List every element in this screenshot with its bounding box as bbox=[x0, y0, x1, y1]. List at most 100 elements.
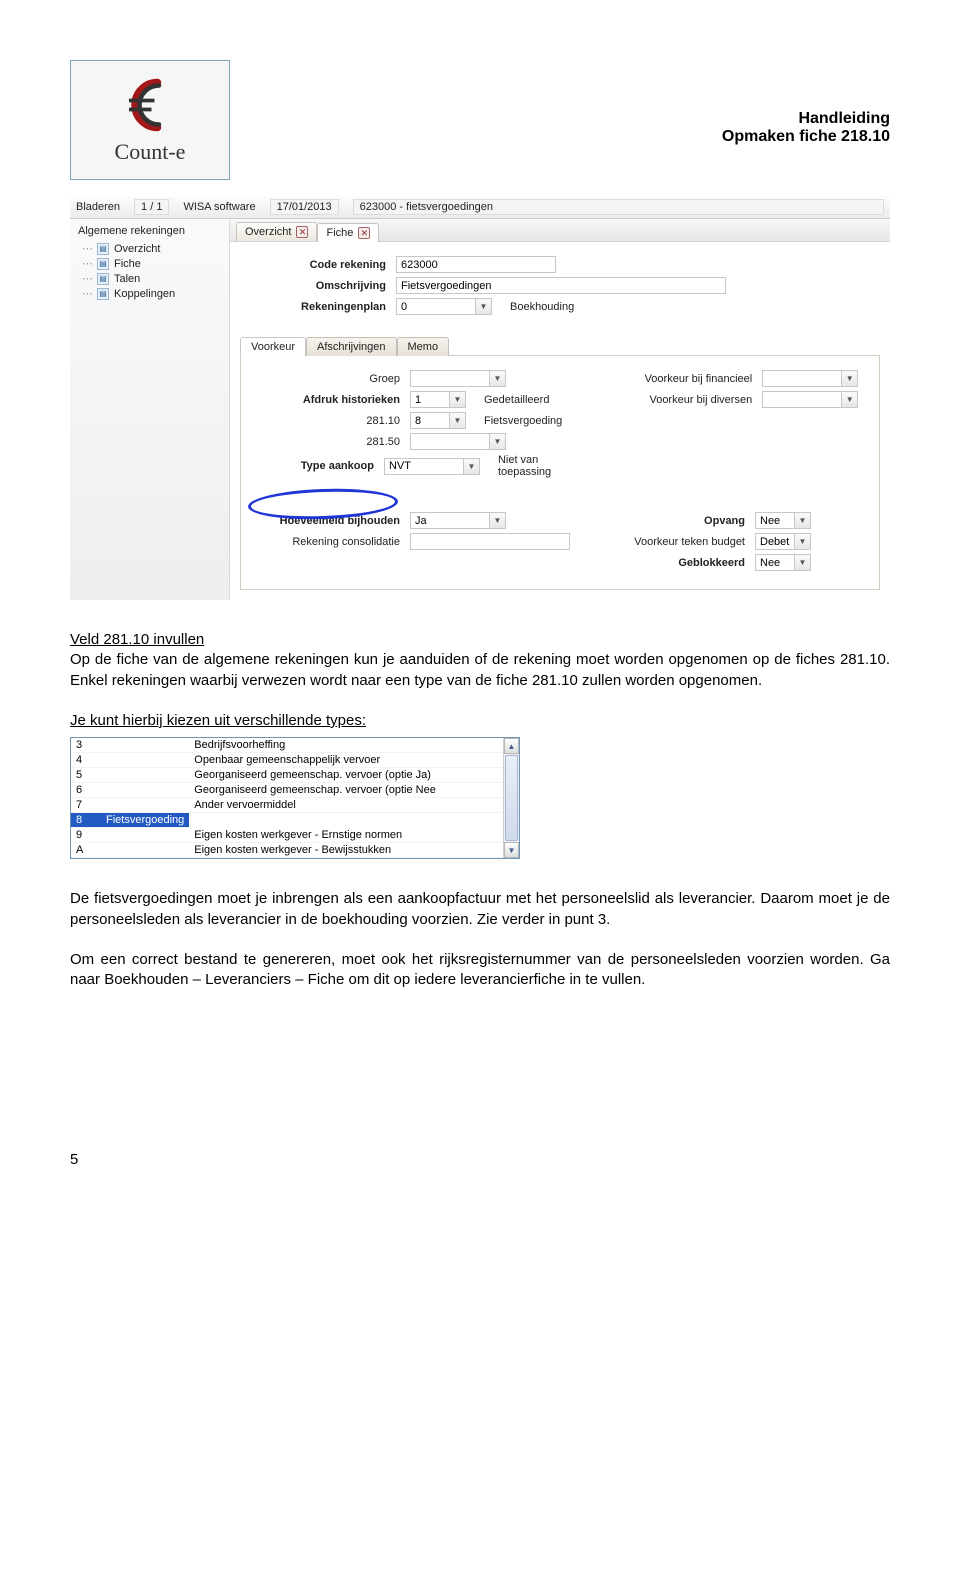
select-voorkeur-financieel[interactable]: ▼ bbox=[762, 370, 858, 387]
close-icon[interactable]: ✕ bbox=[296, 226, 308, 238]
select-groep[interactable]: ▼ bbox=[410, 370, 506, 387]
28110-extra: Fietsvergoeding bbox=[484, 415, 562, 427]
input-code-rekening[interactable] bbox=[396, 256, 556, 273]
scroll-down-icon[interactable]: ▼ bbox=[504, 842, 519, 858]
list-item-label: Openbaar gemeenschappelijk vervoer bbox=[189, 753, 519, 768]
list-item-label: Eigen kosten werkgever - Ernstige normen bbox=[189, 828, 519, 843]
form-node-icon: ▤ bbox=[97, 273, 109, 285]
select-value[interactable] bbox=[755, 533, 795, 550]
input-omschrijving[interactable] bbox=[396, 277, 726, 294]
sidebar-item-koppelingen[interactable]: ⋯ ▤ Koppelingen bbox=[80, 286, 225, 301]
select-hoeveelheid-bijhouden[interactable]: ▼ bbox=[410, 512, 506, 529]
chevron-down-icon[interactable]: ▼ bbox=[490, 370, 506, 387]
toolbar-pager[interactable]: 1 / 1 bbox=[134, 199, 169, 215]
select-value[interactable] bbox=[410, 391, 450, 408]
doc-title-2: Opmaken fiche 218.10 bbox=[722, 128, 890, 146]
toolbar-source: WISA software bbox=[183, 201, 255, 213]
chevron-down-icon[interactable]: ▼ bbox=[842, 391, 858, 408]
form-node-icon: ▤ bbox=[97, 243, 109, 255]
scroll-up-icon[interactable]: ▲ bbox=[504, 738, 519, 754]
list-item-code: 5 bbox=[71, 768, 189, 783]
tab-label: Fiche bbox=[326, 227, 353, 239]
select-afdruk-historieken[interactable]: ▼ bbox=[410, 391, 466, 408]
select-value[interactable] bbox=[410, 433, 490, 450]
select-voorkeur-teken-budget[interactable]: ▼ bbox=[755, 533, 811, 550]
subtab-voorkeur[interactable]: Voorkeur bbox=[240, 337, 306, 356]
label-afdruk-historieken: Afdruk historieken bbox=[255, 394, 400, 406]
tree-dash-icon: ⋯ bbox=[82, 287, 92, 300]
list-item[interactable]: 7Ander vervoermiddel bbox=[71, 798, 519, 813]
list-item[interactable]: 8Fietsvergoeding bbox=[71, 813, 189, 828]
chevron-down-icon[interactable]: ▼ bbox=[490, 512, 506, 529]
select-opvang[interactable]: ▼ bbox=[755, 512, 811, 529]
tab-overzicht[interactable]: Overzicht ✕ bbox=[236, 222, 317, 241]
label-voorkeur-teken-budget: Voorkeur teken budget bbox=[600, 536, 745, 548]
subtab-label: Afschrijvingen bbox=[317, 341, 385, 353]
sidebar-item-fiche[interactable]: ⋯ ▤ Fiche bbox=[80, 256, 225, 271]
types-listbox[interactable]: 3Bedrijfsvoorheffing4Openbaar gemeenscha… bbox=[70, 737, 520, 859]
list-item-label: Georganiseerd gemeenschap. vervoer (opti… bbox=[189, 783, 519, 798]
select-voorkeur-diversen[interactable]: ▼ bbox=[762, 391, 858, 408]
scrollbar[interactable]: ▲ ▼ bbox=[503, 738, 519, 858]
select-value[interactable] bbox=[384, 458, 464, 475]
subtab-label: Voorkeur bbox=[251, 341, 295, 353]
sidebar-item-talen[interactable]: ⋯ ▤ Talen bbox=[80, 271, 225, 286]
input-rekening-consolidatie[interactable] bbox=[410, 533, 570, 550]
list-item[interactable]: 9Eigen kosten werkgever - Ernstige norme… bbox=[71, 828, 519, 843]
select-geblokkeerd[interactable]: ▼ bbox=[755, 554, 811, 571]
paragraph: De fietsvergoedingen moet je inbrengen a… bbox=[70, 889, 890, 930]
select-value[interactable] bbox=[755, 512, 795, 529]
list-item[interactable]: AEigen kosten werkgever - Bewijsstukken bbox=[71, 843, 519, 858]
select-value[interactable] bbox=[762, 370, 842, 387]
select-value[interactable] bbox=[410, 412, 450, 429]
list-item[interactable]: 3Bedrijfsvoorheffing bbox=[71, 738, 519, 753]
chevron-down-icon[interactable]: ▼ bbox=[464, 458, 480, 475]
subtab-afschrijvingen[interactable]: Afschrijvingen bbox=[306, 337, 396, 356]
select-value[interactable] bbox=[755, 554, 795, 571]
select-rekeningenplan[interactable]: ▼ bbox=[396, 298, 492, 315]
label-type-aankoop: Type aankoop bbox=[255, 460, 374, 472]
chevron-down-icon[interactable]: ▼ bbox=[450, 412, 466, 429]
label-voorkeur-financieel: Voorkeur bij financieel bbox=[607, 373, 752, 385]
list-item-label: Fietsvergoeding bbox=[101, 813, 189, 828]
close-icon[interactable]: ✕ bbox=[358, 227, 370, 239]
select-28150[interactable]: ▼ bbox=[410, 433, 506, 450]
doc-header: Handleiding Opmaken fiche 218.10 bbox=[722, 110, 890, 146]
chevron-down-icon[interactable]: ▼ bbox=[795, 512, 811, 529]
tab-fiche[interactable]: Fiche ✕ bbox=[317, 223, 379, 242]
chevron-down-icon[interactable]: ▼ bbox=[795, 554, 811, 571]
sidebar: Algemene rekeningen ⋯ ▤ Overzicht ⋯ ▤ Fi… bbox=[70, 219, 230, 600]
app-toolbar: Bladeren 1 / 1 WISA software 17/01/2013 … bbox=[70, 196, 890, 219]
page-number: 5 bbox=[70, 1151, 890, 1168]
select-28110[interactable]: ▼ bbox=[410, 412, 466, 429]
list-item-code: 6 bbox=[71, 783, 189, 798]
select-value[interactable] bbox=[410, 512, 490, 529]
scroll-thumb[interactable] bbox=[505, 755, 518, 841]
chevron-down-icon[interactable]: ▼ bbox=[842, 370, 858, 387]
chevron-down-icon[interactable]: ▼ bbox=[490, 433, 506, 450]
list-item[interactable]: 4Openbaar gemeenschappelijk vervoer bbox=[71, 753, 519, 768]
tree-dash-icon: ⋯ bbox=[82, 257, 92, 270]
list-item-code: A bbox=[71, 843, 189, 858]
sidebar-item-overzicht[interactable]: ⋯ ▤ Overzicht bbox=[80, 241, 225, 256]
label-code-rekening: Code rekening bbox=[246, 259, 386, 271]
plan-extra: Boekhouding bbox=[510, 301, 574, 313]
hist-extra: Gedetailleerd bbox=[484, 394, 549, 406]
list-item[interactable]: 5Georganiseerd gemeenschap. vervoer (opt… bbox=[71, 768, 519, 783]
chevron-down-icon[interactable]: ▼ bbox=[450, 391, 466, 408]
chevron-down-icon[interactable]: ▼ bbox=[795, 533, 811, 550]
select-value[interactable] bbox=[762, 391, 842, 408]
logo-text: Count-e bbox=[115, 139, 186, 165]
section-heading: Veld 281.10 invullen bbox=[70, 630, 890, 650]
chevron-down-icon[interactable]: ▼ bbox=[476, 298, 492, 315]
select-type-aankoop[interactable]: ▼ bbox=[384, 458, 480, 475]
label-omschrijving: Omschrijving bbox=[246, 280, 386, 292]
select-value[interactable] bbox=[410, 370, 490, 387]
type-extra: Niet van toepassing bbox=[498, 454, 577, 478]
select-value[interactable] bbox=[396, 298, 476, 315]
subtab-memo[interactable]: Memo bbox=[397, 337, 450, 356]
list-item[interactable]: 6Georganiseerd gemeenschap. vervoer (opt… bbox=[71, 783, 519, 798]
label-rekeningenplan: Rekeningenplan bbox=[246, 301, 386, 313]
screenshot-account-fiche: Bladeren 1 / 1 WISA software 17/01/2013 … bbox=[70, 196, 890, 600]
list-item-code: 4 bbox=[71, 753, 189, 768]
